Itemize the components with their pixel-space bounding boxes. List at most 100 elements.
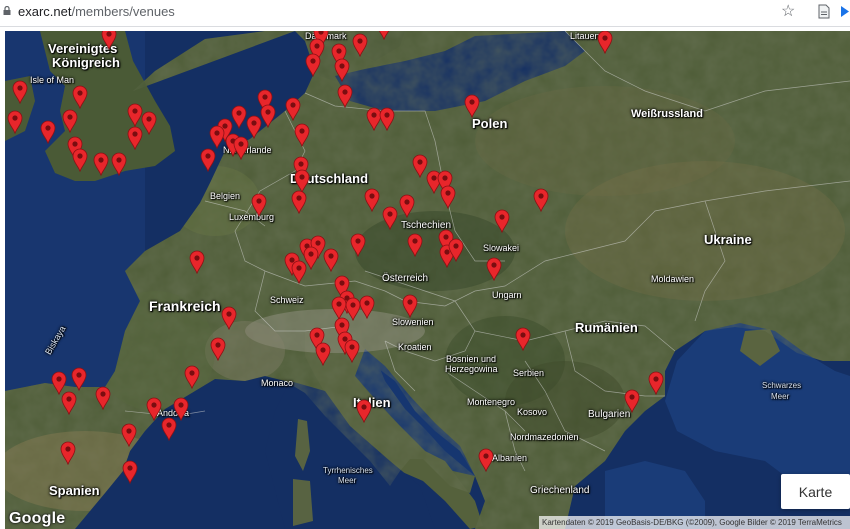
label-belgien: Belgien bbox=[210, 191, 241, 201]
map-pin-icon[interactable] bbox=[61, 391, 77, 415]
map-pin-icon[interactable] bbox=[291, 260, 307, 284]
map-pin-icon[interactable] bbox=[407, 233, 423, 257]
map-pin-icon[interactable] bbox=[464, 94, 480, 118]
map[interactable]: Vereinigtes Königreich Isle of Man Dänem… bbox=[5, 31, 850, 529]
map-pin-icon[interactable] bbox=[200, 148, 216, 172]
map-pin-icon[interactable] bbox=[209, 125, 225, 149]
map-pin-icon[interactable] bbox=[189, 250, 205, 274]
label-oesterreich: Österreich bbox=[382, 273, 429, 284]
map-pin-icon[interactable] bbox=[291, 190, 307, 214]
label-montenegro: Montenegro bbox=[467, 397, 516, 407]
extension-icon[interactable] bbox=[840, 4, 850, 19]
map-pin-icon[interactable] bbox=[72, 148, 88, 172]
label-slowakei: Slowakei bbox=[483, 243, 520, 253]
label-bosnien: Bosnien und bbox=[446, 354, 497, 364]
map-pin-icon[interactable] bbox=[101, 31, 117, 50]
map-pin-icon[interactable] bbox=[334, 58, 350, 82]
map-pin-icon[interactable] bbox=[95, 386, 111, 410]
map-pin-icon[interactable] bbox=[315, 342, 331, 366]
label-tyrrhenisches: Tyrrhenisches bbox=[323, 466, 373, 475]
map-pin-icon[interactable] bbox=[486, 257, 502, 281]
map-pin-icon[interactable] bbox=[12, 80, 28, 104]
map-pin-icon[interactable] bbox=[350, 233, 366, 257]
google-logo: Google bbox=[9, 510, 66, 527]
label-herzegowina: Herzegowina bbox=[445, 364, 498, 374]
label-monaco: Monaco bbox=[261, 378, 294, 388]
label-serbien: Serbien bbox=[513, 368, 545, 378]
map-pin-icon[interactable] bbox=[364, 188, 380, 212]
map-pin-icon[interactable] bbox=[323, 248, 339, 272]
label-litauen: Litauen bbox=[570, 31, 600, 41]
label-polen: Polen bbox=[472, 116, 508, 131]
label-isle-of-man: Isle of Man bbox=[30, 75, 75, 85]
map-pin-icon[interactable] bbox=[478, 448, 494, 472]
map-pin-icon[interactable] bbox=[146, 397, 162, 421]
map-pin-icon[interactable] bbox=[624, 389, 640, 413]
label-koenigreich: Königreich bbox=[52, 55, 120, 70]
map-pin-icon[interactable] bbox=[494, 209, 510, 233]
map-pin-icon[interactable] bbox=[382, 206, 398, 230]
map-pin-icon[interactable] bbox=[141, 111, 157, 135]
map-pin-icon[interactable] bbox=[285, 97, 301, 121]
map-pin-icon[interactable] bbox=[597, 31, 613, 54]
label-spanien: Spanien bbox=[49, 483, 100, 498]
label-ukraine: Ukraine bbox=[704, 232, 752, 247]
map-pin-icon[interactable] bbox=[402, 294, 418, 318]
label-rumaenien: Rumänien bbox=[575, 320, 638, 335]
map-pin-icon[interactable] bbox=[294, 123, 310, 147]
url-text[interactable]: exarc.net/members/venues bbox=[18, 4, 175, 19]
map-pin-icon[interactable] bbox=[251, 193, 267, 217]
map-pin-icon[interactable] bbox=[93, 152, 109, 176]
map-attribution[interactable]: Kartendaten © 2019 GeoBasis-DE/BKG (©200… bbox=[539, 516, 850, 529]
label-kroatien: Kroatien bbox=[398, 342, 432, 352]
map-pin-icon[interactable] bbox=[440, 185, 456, 209]
map-pin-icon[interactable] bbox=[260, 104, 276, 128]
label-weissrussland: Weißrussland bbox=[631, 108, 703, 120]
label-griechenland: Griechenland bbox=[530, 485, 590, 496]
map-pin-icon[interactable] bbox=[448, 238, 464, 262]
map-pin-icon[interactable] bbox=[210, 337, 226, 361]
star-icon[interactable]: ☆ bbox=[781, 2, 795, 22]
map-pin-icon[interactable] bbox=[72, 85, 88, 109]
label-schweiz: Schweiz bbox=[270, 295, 304, 305]
map-pin-icon[interactable] bbox=[379, 107, 395, 131]
map-pin-icon[interactable] bbox=[376, 31, 392, 40]
map-pin-icon[interactable] bbox=[71, 367, 87, 391]
address-bar[interactable]: exarc.net/members/venues ☆ bbox=[0, 0, 850, 27]
label-kosovo: Kosovo bbox=[517, 407, 548, 417]
map-pin-icon[interactable] bbox=[344, 339, 360, 363]
label-nordmazedonien: Nordmazedonien bbox=[510, 432, 579, 442]
map-pin-icon[interactable] bbox=[60, 441, 76, 465]
map-pin-icon[interactable] bbox=[359, 295, 375, 319]
lock-icon bbox=[3, 6, 11, 15]
url-host: exarc.net bbox=[18, 4, 72, 19]
label-albanien: Albanien bbox=[492, 453, 528, 463]
map-pin-icon[interactable] bbox=[515, 327, 531, 351]
map-pin-icon[interactable] bbox=[399, 194, 415, 218]
map-pin-icon[interactable] bbox=[40, 120, 56, 144]
map-pin-icon[interactable] bbox=[233, 136, 249, 160]
map-pin-icon[interactable] bbox=[122, 460, 138, 484]
map-pin-icon[interactable] bbox=[305, 53, 321, 77]
map-pin-icon[interactable] bbox=[533, 188, 549, 212]
label-moldawien: Moldawien bbox=[651, 274, 695, 284]
map-pin-icon[interactable] bbox=[184, 365, 200, 389]
label-meer: Meer bbox=[771, 392, 790, 401]
label-slowenien: Slowenien bbox=[392, 317, 434, 327]
map-pin-icon[interactable] bbox=[127, 126, 143, 150]
label-tyrrhenisches-meer: Meer bbox=[338, 476, 357, 485]
map-pin-icon[interactable] bbox=[161, 417, 177, 441]
document-icon[interactable] bbox=[818, 4, 830, 19]
label-frankreich: Frankreich bbox=[149, 298, 221, 314]
map-pin-icon[interactable] bbox=[111, 152, 127, 176]
map-pin-icon[interactable] bbox=[7, 110, 23, 134]
map-pin-icon[interactable] bbox=[231, 105, 247, 129]
map-pin-icon[interactable] bbox=[221, 306, 237, 330]
map-pin-icon[interactable] bbox=[337, 84, 353, 108]
map-pin-icon[interactable] bbox=[121, 423, 137, 447]
map-pin-icon[interactable] bbox=[62, 109, 78, 133]
map-pin-icon[interactable] bbox=[352, 33, 368, 57]
map-pin-icon[interactable] bbox=[356, 399, 372, 423]
map-pin-icon[interactable] bbox=[648, 371, 664, 395]
map-type-button[interactable]: Karte bbox=[781, 474, 850, 509]
